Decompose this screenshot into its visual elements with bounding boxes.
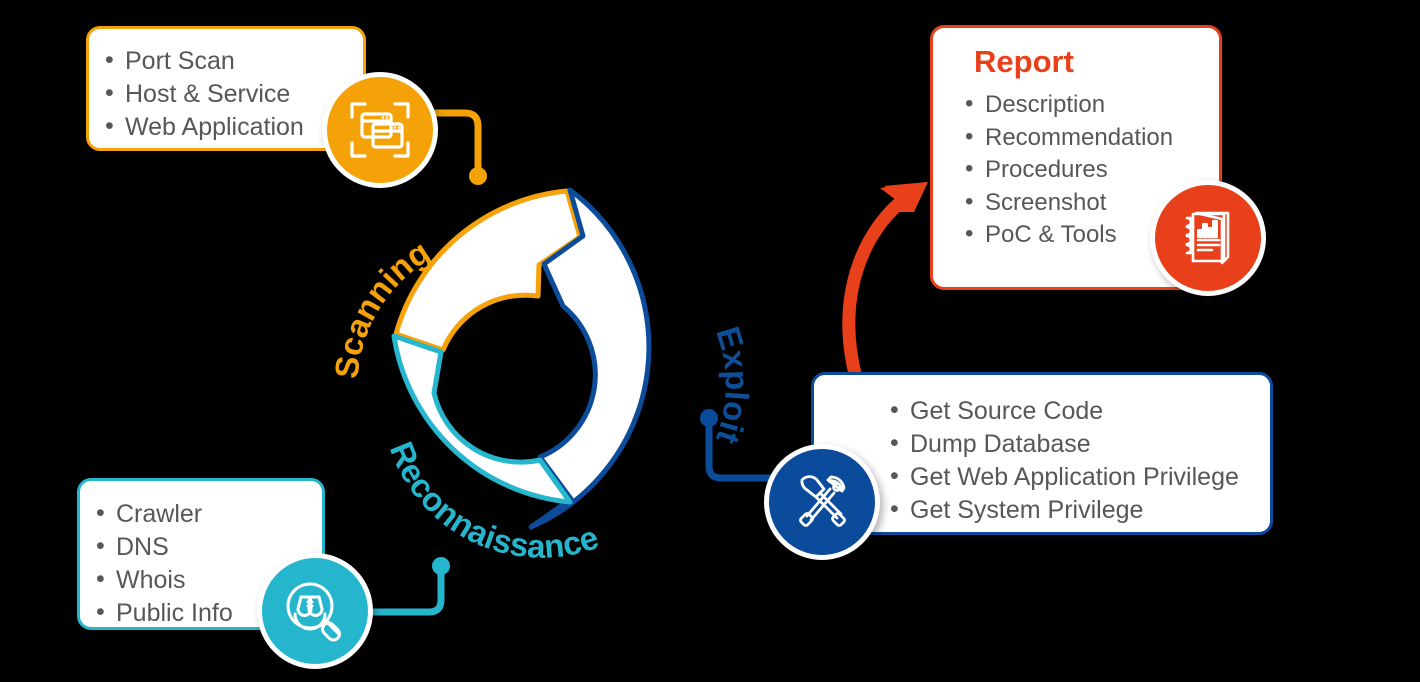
window-scan-icon[interactable] bbox=[322, 72, 438, 188]
list-item: Host & Service bbox=[103, 77, 363, 111]
diagram-canvas: Scanning Exploit Reconnaissance Port Sca… bbox=[0, 0, 1420, 682]
report-notebook-icon[interactable] bbox=[1150, 180, 1266, 296]
list-item: Recommendation bbox=[963, 121, 1219, 155]
reconnaissance-connector bbox=[368, 557, 450, 616]
report-arrow bbox=[842, 182, 928, 385]
ring-label-exploit: Exploit bbox=[709, 322, 756, 449]
scanning-connector bbox=[432, 109, 487, 185]
list-item: Description bbox=[963, 88, 1219, 122]
list-item: Get Source Code bbox=[888, 394, 1270, 428]
list-item: Get System Privilege bbox=[888, 493, 1270, 527]
card-exploit[interactable]: Get Source Code Dump Database Get Web Ap… bbox=[811, 372, 1273, 535]
list-item: Dump Database bbox=[888, 427, 1270, 461]
list-item: Procedures bbox=[963, 153, 1219, 187]
card-report-title: Report bbox=[974, 44, 1074, 79]
list-item: Crawler bbox=[94, 497, 322, 531]
ring-labels: Scanning Exploit Reconnaissance bbox=[327, 233, 756, 565]
binoculars-search-icon[interactable] bbox=[257, 553, 373, 669]
shovel-pickaxe-icon[interactable] bbox=[764, 444, 880, 560]
list-item: Get Web Application Privilege bbox=[888, 460, 1270, 494]
exploit-item-list: Get Source Code Dump Database Get Web Ap… bbox=[888, 394, 1270, 527]
list-item: Port Scan bbox=[103, 44, 363, 78]
